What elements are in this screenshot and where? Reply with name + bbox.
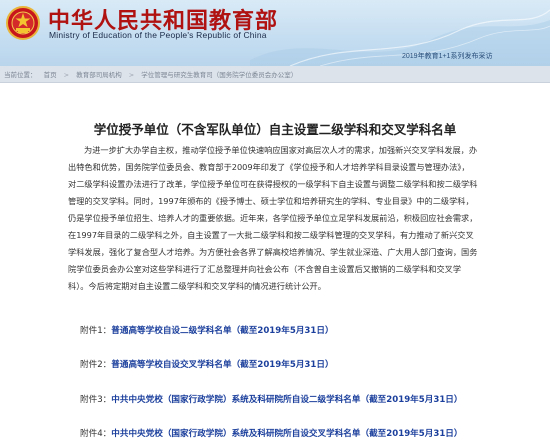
body-line: 在1997年目录的二级学科之外，自主设置了一大批二级学科和按二级学科管理的交叉学… bbox=[68, 230, 474, 240]
attachment-item: 附件3：中共中央党校（国家行政学院）系统及科研院所自设二级学科名单（截至2019… bbox=[80, 393, 462, 405]
attachment-link[interactable]: 普通高等学校自设二级学科名单（截至2019年5月31日） bbox=[111, 326, 333, 336]
feature-link[interactable]: 2019年教育1+1系列发布采访 bbox=[402, 51, 492, 61]
attachment-item: 附件2：普通高等学校自设交叉学科名单（截至2019年5月31日） bbox=[80, 358, 334, 370]
body-line: 仍是学位授予单位招生、培养人才的重要依据。近年来，各学位授予单位立足学科发展前沿… bbox=[68, 213, 478, 223]
breadcrumb-prefix: 当前位置： bbox=[4, 71, 37, 79]
attachment-label: 附件3： bbox=[80, 395, 112, 405]
article-body: 为进一步扩大办学自主权，推动学位授予单位快速响应国家对高层次人才的需求，加强新兴… bbox=[68, 142, 506, 295]
body-line: 院学位委员会办公室对这些学科进行了汇总整理并向社会公布（不含曾自主设置后又撤销的… bbox=[68, 264, 462, 274]
attachment-link[interactable]: 普通高等学校自设交叉学科名单（截至2019年5月31日） bbox=[111, 360, 333, 370]
attachment-label: 附件2： bbox=[80, 360, 112, 370]
ministry-english-title: Ministry of Education of the People's Re… bbox=[49, 30, 267, 40]
body-line: 管理的交叉学科。同时，1997年颁布的《授予博士、硕士学位和培养研究生的学科、专… bbox=[68, 196, 474, 206]
attachment-label: 附件1： bbox=[80, 326, 112, 336]
breadcrumb-office-link[interactable]: 学位管理与研究生教育司（国务院学位委员会办公室） bbox=[141, 71, 297, 79]
body-line: 学科发展，强化了复合型人才培养。为方便社会各界了解高校培养情况、学生就业深造、广… bbox=[68, 247, 478, 257]
body-line: 科）。今后将定期对自主设置二级学科和交叉学科的情况进行统计公开。 bbox=[68, 281, 326, 291]
article-title: 学位授予单位（不含军队单位）自主设置二级学科和交叉学科名单 bbox=[93, 122, 457, 137]
breadcrumb-separator: > bbox=[128, 71, 135, 79]
article-content: 学位授予单位（不含军队单位）自主设置二级学科和交叉学科名单 为进一步扩大办学自主… bbox=[0, 83, 550, 448]
breadcrumb-separator: > bbox=[63, 71, 70, 79]
body-line: 出特色和优势，国务院学位委员会、教育部于2009年印发了《学位授予和人才培养学科… bbox=[68, 162, 470, 172]
attachment-link[interactable]: 中共中央党校（国家行政学院）系统及科研院所自设二级学科名单（截至2019年5月3… bbox=[111, 395, 462, 405]
attachment-link[interactable]: 中共中央党校（国家行政学院）系统及科研院所自设交叉学科名单（截至2019年5月3… bbox=[111, 429, 462, 439]
breadcrumb: 当前位置： 首页 > 教育部司局机构 > 学位管理与研究生教育司（国务院学位委员… bbox=[4, 69, 302, 79]
breadcrumb-bar: 当前位置： 首页 > 教育部司局机构 > 学位管理与研究生教育司（国务院学位委员… bbox=[0, 66, 550, 83]
body-line: 为进一步扩大办学自主权，推动学位授予单位快速响应国家对高层次人才的需求，加强新兴… bbox=[84, 145, 478, 155]
attachment-item: 附件4：中共中央党校（国家行政学院）系统及科研院所自设交叉学科名单（截至2019… bbox=[80, 427, 462, 439]
breadcrumb-department-link[interactable]: 教育部司局机构 bbox=[76, 71, 122, 79]
header-decoration bbox=[250, 9, 550, 66]
attachment-item: 附件1：普通高等学校自设二级学科名单（截至2019年5月31日） bbox=[80, 324, 334, 336]
attachment-label: 附件4： bbox=[80, 429, 112, 439]
breadcrumb-home-link[interactable]: 首页 bbox=[44, 71, 57, 79]
national-emblem-icon[interactable] bbox=[6, 6, 40, 40]
site-header: 中华人民共和国教育部 Ministry of Education of the … bbox=[0, 0, 550, 66]
body-line: 对二级学科设置办法进行了改革，学位授予单位可在获得授权的一级学科下自主设置与调整… bbox=[68, 179, 478, 189]
